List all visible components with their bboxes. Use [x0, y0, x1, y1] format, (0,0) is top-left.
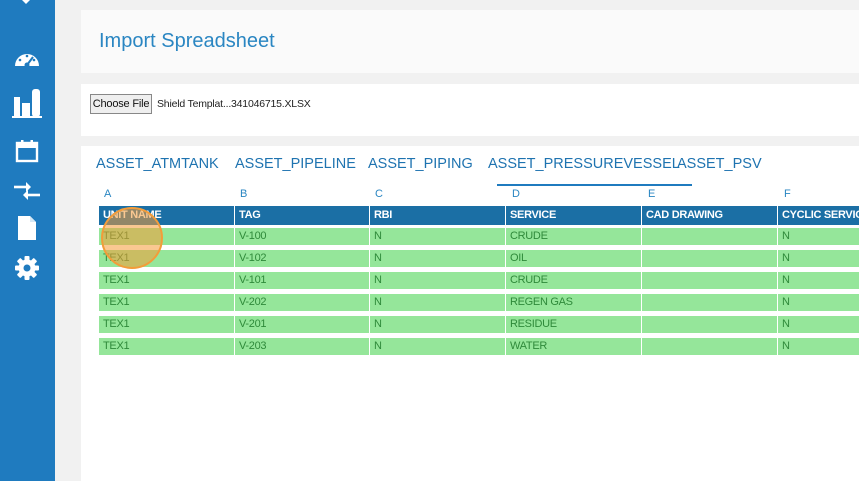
header-cell: RBI	[370, 206, 506, 225]
table-row[interactable]: TEX1 V-202 N REGEN GAS N	[99, 294, 859, 311]
tab-asset-atmtank[interactable]: ASSET_ATMTANK	[96, 156, 219, 172]
dashboard-gauge-icon[interactable]	[12, 43, 42, 73]
spreadsheet-panel: ASSET_ATMTANK ASSET_PIPELINE ASSET_PIPIN…	[81, 146, 859, 481]
tab-asset-piping[interactable]: ASSET_PIPING	[368, 156, 473, 172]
column-letter: A	[104, 188, 112, 200]
column-letter: B	[240, 188, 248, 200]
column-letter: D	[512, 188, 520, 200]
column-letter: E	[648, 188, 656, 200]
transfer-arrows-icon[interactable]	[12, 176, 42, 206]
column-letter: C	[375, 188, 383, 200]
column-letter: F	[784, 188, 791, 200]
table-cell: WATER	[506, 338, 642, 355]
table-cell: N	[370, 316, 506, 333]
table-cell	[642, 250, 778, 267]
header-cell: CYCLIC SERVICE	[782, 209, 859, 221]
table-row[interactable]: TEX1 V-201 N RESIDUE N	[99, 316, 859, 333]
page-title: Import Spreadsheet	[99, 30, 275, 52]
table-cell: N	[370, 250, 506, 267]
table-cell: REGEN GAS	[506, 294, 642, 311]
settings-gear-icon[interactable]	[12, 253, 42, 283]
table-row[interactable]: TEX1 V-100 N CRUDE N	[99, 228, 859, 245]
table-cell: V-101	[235, 272, 370, 289]
table-cell: OIL	[506, 250, 642, 267]
table-row[interactable]: TEX1 V-101 N CRUDE N	[99, 272, 859, 289]
assets-plant-icon[interactable]	[12, 88, 42, 118]
header-cell: SERVICE	[506, 206, 642, 225]
table-cell: N	[782, 318, 790, 330]
table-row[interactable]: TEX1 V-102 N OIL N	[99, 250, 859, 267]
table-cell: N	[782, 340, 790, 352]
click-indicator	[101, 207, 163, 269]
table-cell	[642, 272, 778, 289]
table-cell: N	[782, 274, 790, 286]
header-cell: TAG	[235, 206, 370, 225]
app-logo-icon	[22, 0, 30, 4]
table-cell: N	[370, 228, 506, 245]
active-tab-indicator	[497, 184, 692, 186]
tab-asset-pressurevessel[interactable]: ASSET_PRESSUREVESSEL	[488, 156, 680, 172]
table-cell: N	[782, 252, 790, 264]
page-header: Import Spreadsheet	[81, 10, 859, 73]
table-cell: TEX1	[99, 272, 235, 289]
header-row: UNIT NAME TAG RBI SERVICE CAD DRAWING CY…	[99, 206, 859, 225]
calendar-icon[interactable]	[12, 136, 42, 166]
table-cell: V-201	[235, 316, 370, 333]
document-icon[interactable]	[12, 213, 42, 243]
selected-file-name: Shield Templat...341046715.XLSX	[157, 98, 311, 110]
table-cell: V-203	[235, 338, 370, 355]
table-cell: TEX1	[99, 338, 235, 355]
table-cell: N	[370, 338, 506, 355]
table-cell: RESIDUE	[506, 316, 642, 333]
table-cell	[642, 338, 778, 355]
tab-asset-pipeline[interactable]: ASSET_PIPELINE	[235, 156, 356, 172]
choose-file-button[interactable]: Choose File	[90, 94, 152, 114]
table-cell: V-102	[235, 250, 370, 267]
table-cell	[642, 294, 778, 311]
file-upload-panel: Choose File Shield Templat...341046715.X…	[81, 84, 859, 136]
tab-asset-psv[interactable]: ASSET_PSV	[677, 156, 762, 172]
table-cell	[642, 228, 778, 245]
sidebar	[0, 0, 55, 481]
table-cell: N	[782, 230, 790, 242]
table-cell: V-202	[235, 294, 370, 311]
table-cell: N	[370, 294, 506, 311]
table-cell: TEX1	[99, 294, 235, 311]
table-row[interactable]: TEX1 V-203 N WATER N	[99, 338, 859, 355]
table-cell	[642, 316, 778, 333]
table-cell: CRUDE	[506, 228, 642, 245]
table-cell: N	[782, 296, 790, 308]
main-content: Import Spreadsheet Choose File Shield Te…	[55, 0, 859, 481]
table-cell: V-100	[235, 228, 370, 245]
header-cell: CAD DRAWING	[642, 206, 778, 225]
table-cell: CRUDE	[506, 272, 642, 289]
table-cell: TEX1	[99, 316, 235, 333]
table-cell: N	[370, 272, 506, 289]
